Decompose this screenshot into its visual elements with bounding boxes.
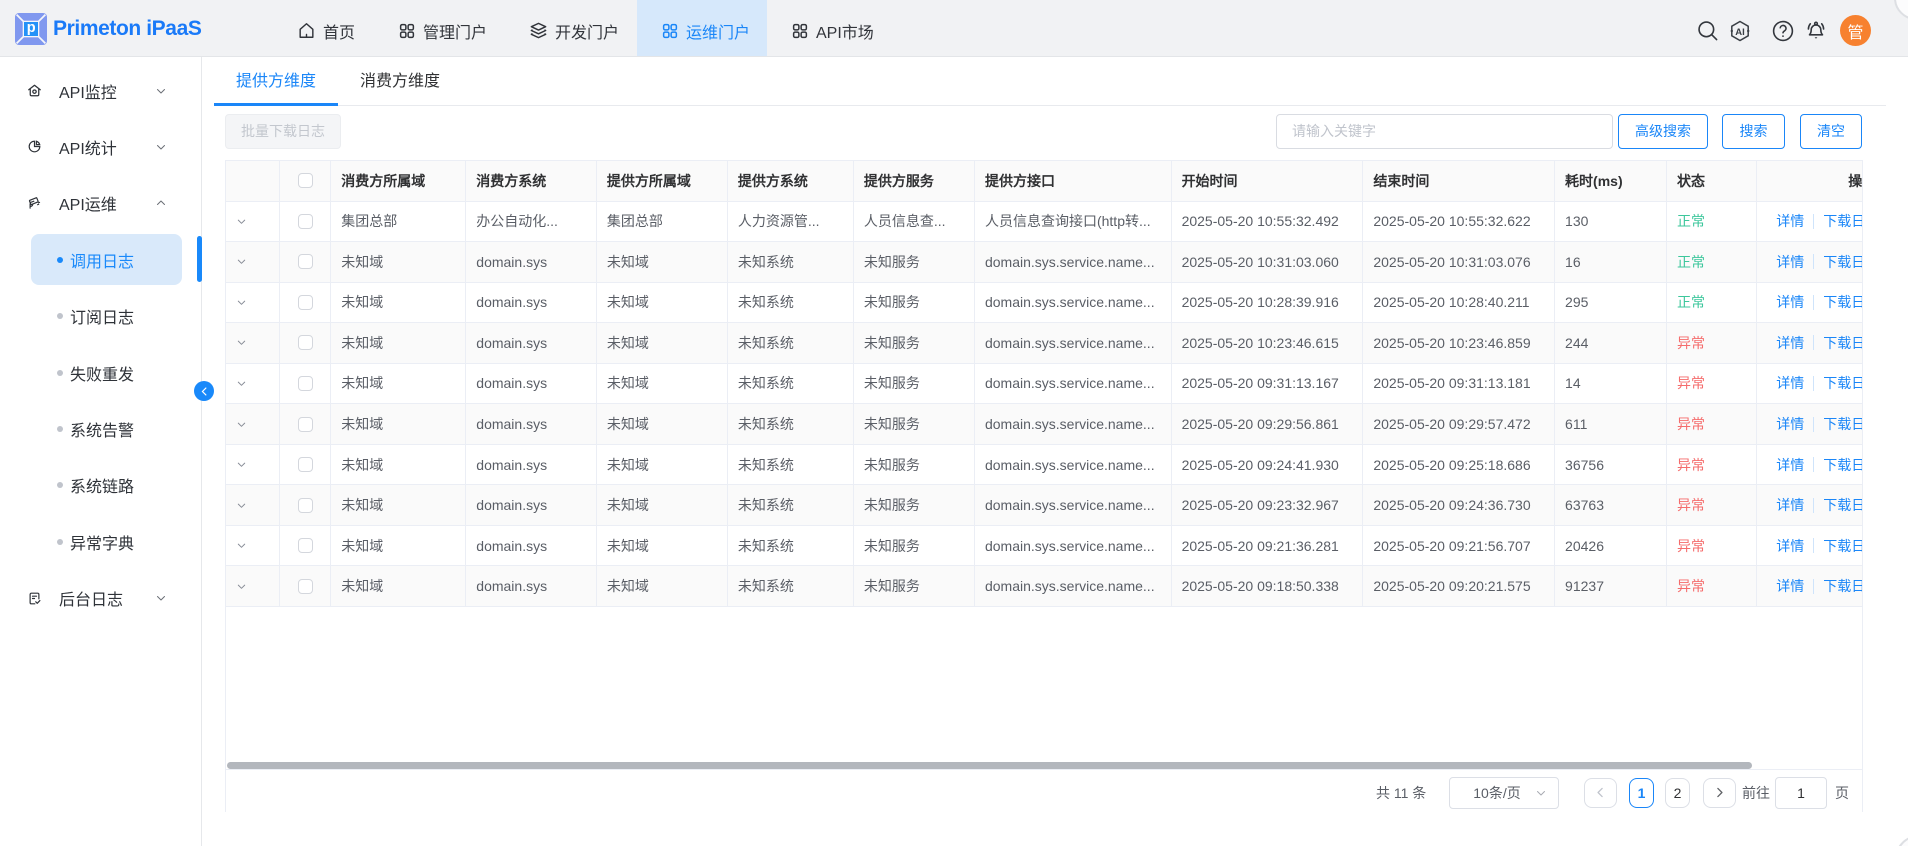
svg-text:p: p	[27, 20, 36, 36]
svg-text:AI: AI	[1735, 27, 1745, 38]
